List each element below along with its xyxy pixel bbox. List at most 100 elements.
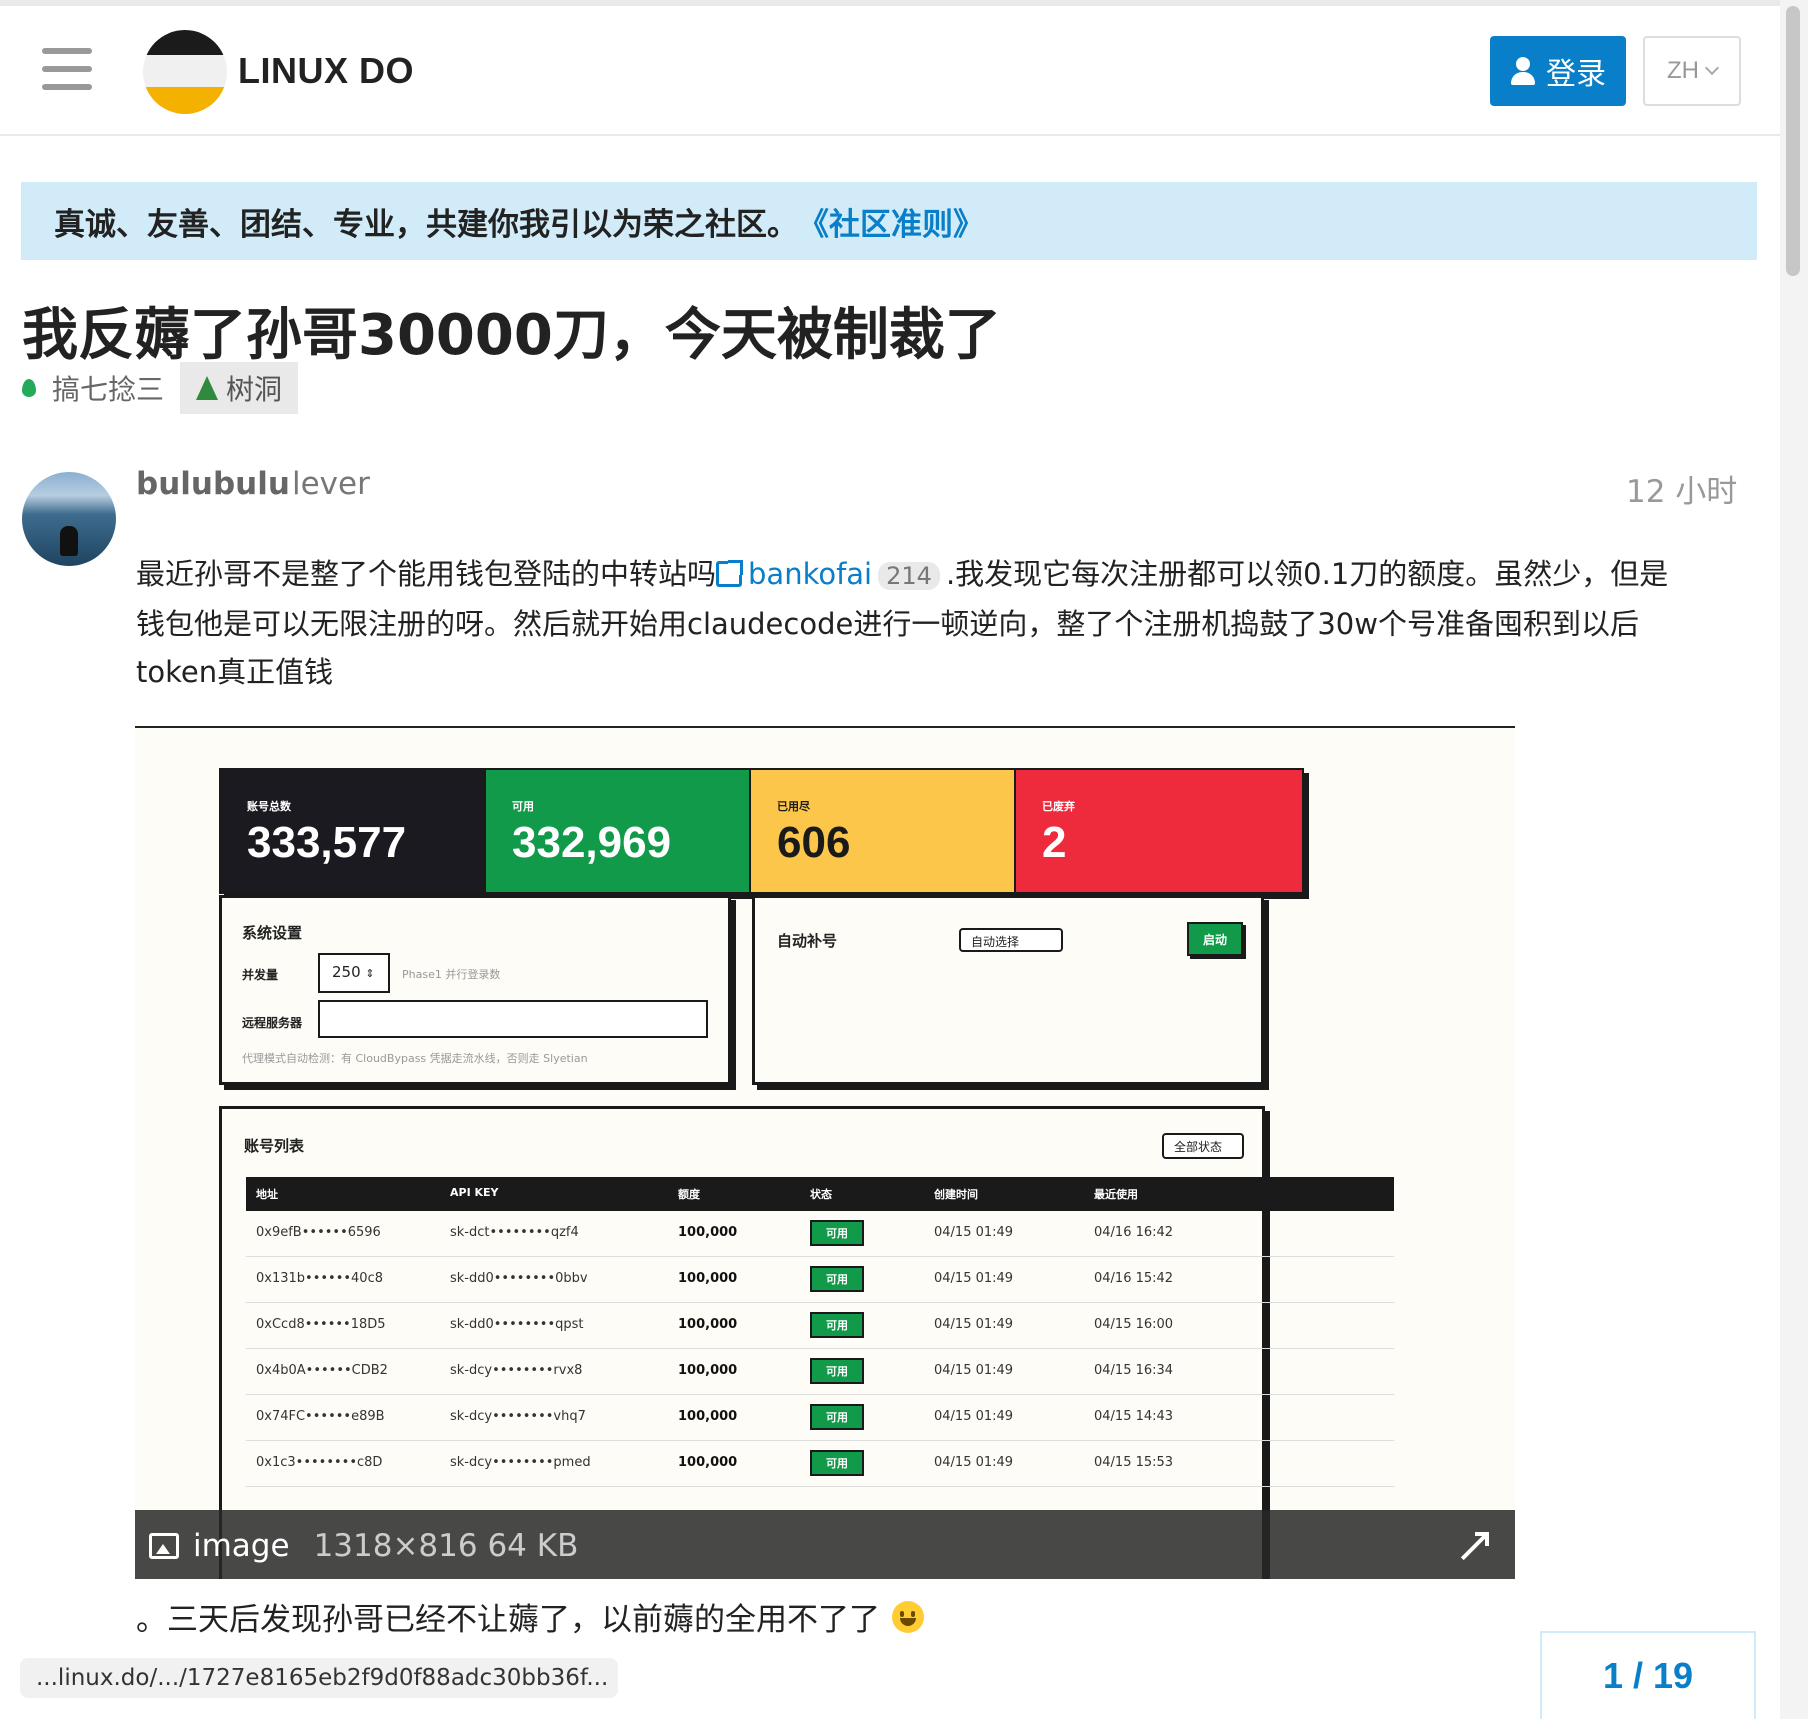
proxy-hint: 代理模式自动检测：有 CloudBypass 凭据走流水线，否则走 Slyeti… xyxy=(242,1052,588,1065)
person-icon xyxy=(1510,57,1536,85)
stat-value: 2 xyxy=(1042,818,1067,867)
table-cell-quota: 100,000 xyxy=(678,1409,738,1424)
stat-label: 账号总数 xyxy=(247,800,291,813)
table-cell-address: 0x4b0A••••••CDB2 xyxy=(256,1363,388,1378)
table-row[interactable]: 0x9efB••••••6596 sk-dct••••••••qzf4 100,00… xyxy=(246,1211,1394,1257)
stat-card: 已用尽 606 xyxy=(749,768,1039,894)
site-header: LINUX DO 登录 ZH xyxy=(0,6,1780,136)
guidelines-link[interactable]: 《社区准则》 xyxy=(798,199,984,244)
status-filter[interactable]: 全部状态 xyxy=(1162,1133,1244,1159)
table-cell-created: 04/15 01:49 xyxy=(934,1409,1014,1424)
table-row[interactable]: 0x1c3••••••••c8D sk-dcy••••••••pmed 100,00… xyxy=(246,1441,1394,1487)
table-row[interactable]: 0x4b0A••••••CDB2 sk-dcy••••••••rvx8 100,00… xyxy=(246,1349,1394,1395)
status-badge: 可用 xyxy=(810,1220,864,1246)
language-label: ZH xyxy=(1667,57,1699,84)
accounts-title: 账号列表 xyxy=(244,1137,305,1155)
table-cell-key: sk-dcy••••••••rvx8 xyxy=(450,1363,583,1378)
language-switcher[interactable]: ZH xyxy=(1643,36,1741,106)
stat-label: 已废弃 xyxy=(1042,800,1075,813)
chevron-down-icon xyxy=(1704,60,1720,76)
column-header: 创建时间 xyxy=(934,1188,978,1201)
link-preview-url: ...linux.do/.../1727e8165eb2f9d0f88adc30… xyxy=(20,1658,618,1698)
banner-text: 真诚、友善、团结、专业，共建你我引以为荣之社区。 xyxy=(54,206,798,243)
table-row[interactable]: 0xCcd8••••••18D5 sk-dd0••••••••qpst 100,00… xyxy=(246,1303,1394,1349)
concurrency-label: 并发量 xyxy=(242,968,279,982)
hamburger-menu-icon[interactable] xyxy=(42,48,92,90)
stepper-icon: ⇕ xyxy=(365,967,375,980)
stat-label: 可用 xyxy=(512,800,534,813)
table-cell-key: sk-dct••••••••qzf4 xyxy=(450,1225,579,1240)
remote-server-input[interactable] xyxy=(318,1000,708,1038)
login-button[interactable]: 登录 xyxy=(1490,36,1626,106)
image-filename: image xyxy=(193,1527,290,1564)
post-user-title: lever xyxy=(292,466,370,502)
concurrency-value: 250 xyxy=(332,963,361,981)
status-badge: 可用 xyxy=(810,1358,864,1384)
table-row[interactable]: 0x131b••••••40c8 sk-dd0••••••••0bbv 100,00… xyxy=(246,1257,1394,1303)
embedded-image[interactable]: 账号总数 333,577 可用 332,969 已用尽 606 已废弃 2 系统设置 并发量 … xyxy=(135,726,1515,1579)
tree-icon xyxy=(196,376,219,400)
table-cell-used: 04/15 15:53 xyxy=(1094,1455,1174,1470)
table-cell-created: 04/15 01:49 xyxy=(934,1363,1014,1378)
site-logo[interactable] xyxy=(143,30,227,114)
column-header: API KEY xyxy=(450,1186,499,1199)
image-icon xyxy=(149,1532,179,1559)
link-click-count: 214 xyxy=(878,562,940,590)
table-cell-key: sk-dcy••••••••pmed xyxy=(450,1455,591,1470)
image-info-bar: image 1318×816 64 KB xyxy=(135,1510,1515,1579)
post-text-3: 。三天后发现孙哥已经不让薅了，以前薅的全用不了了 xyxy=(136,1594,924,1639)
smile-emoji-icon xyxy=(892,1600,924,1633)
stat-value: 606 xyxy=(777,818,851,867)
table-cell-key: sk-dd0••••••••qpst xyxy=(450,1317,584,1332)
status-filter-value: 全部状态 xyxy=(1174,1140,1223,1154)
topic-progress[interactable]: 1 / 19 xyxy=(1540,1631,1756,1719)
table-row[interactable]: 0x74FC••••••e89B sk-dcy••••••••vhq7 100,00… xyxy=(246,1395,1394,1441)
column-header: 额度 xyxy=(678,1188,700,1201)
post-date[interactable]: 12 小时 xyxy=(1626,466,1737,511)
table-cell-quota: 100,000 xyxy=(678,1271,738,1286)
avatar[interactable] xyxy=(22,472,116,566)
post-text-3-content: 。三天后发现孙哥已经不让薅了，以前薅的全用不了了 xyxy=(136,1602,880,1638)
tag-label: 树洞 xyxy=(226,373,283,406)
expand-icon[interactable] xyxy=(1461,1532,1489,1560)
concurrency-hint: Phase1 并行登录数 xyxy=(402,968,501,981)
status-badge: 可用 xyxy=(810,1266,864,1292)
topic-tag[interactable]: 树洞 xyxy=(180,362,299,414)
concurrency-input[interactable]: 250 ⇕ xyxy=(318,953,390,993)
table-cell-address: 0x131b••••••40c8 xyxy=(256,1271,383,1286)
post-text-1: 最近孙哥不是整了个能用钱包登陆的中转站吗 xyxy=(136,557,717,591)
post-username[interactable]: bulubulu xyxy=(136,466,290,502)
table-cell-address: 0x74FC••••••e89B xyxy=(256,1409,385,1424)
topic-category-row: 搞七捻三 树洞 xyxy=(22,362,299,414)
column-header: 地址 xyxy=(256,1188,278,1201)
column-header: 状态 xyxy=(810,1188,832,1201)
external-link-icon xyxy=(716,560,744,587)
stat-label: 已用尽 xyxy=(777,800,810,813)
table-cell-quota: 100,000 xyxy=(678,1317,738,1332)
category-link[interactable]: 搞七捻三 xyxy=(52,368,164,408)
accounts-table-header: 地址 API KEY 额度 状态 创建时间 最近使用 xyxy=(246,1177,1394,1211)
link-text: bankofai xyxy=(748,557,873,591)
stat-card: 可用 332,969 xyxy=(484,768,774,894)
stat-value: 333,577 xyxy=(247,818,407,867)
settings-panel: 系统设置 并发量 250 ⇕ Phase1 并行登录数 远程服务器 代理模式自动… xyxy=(219,895,731,1085)
table-cell-address: 0xCcd8••••••18D5 xyxy=(256,1317,386,1332)
stat-card: 已废弃 2 xyxy=(1014,768,1304,894)
topic-title: 我反薅了孙哥30000刀，今天被制裁了 xyxy=(22,303,1001,368)
auto-replenish-panel: 自动补号 自动选择 启动 xyxy=(752,895,1264,1085)
table-cell-quota: 100,000 xyxy=(678,1455,738,1470)
table-cell-address: 0x1c3••••••••c8D xyxy=(256,1455,383,1470)
site-name[interactable]: LINUX DO xyxy=(238,50,414,92)
login-label: 登录 xyxy=(1546,57,1606,92)
accounts-panel: 账号列表 全部状态 地址 API KEY 额度 状态 创建时间 最近使用 0x9efB••… xyxy=(219,1106,1394,1579)
auto-select[interactable]: 自动选择 xyxy=(959,928,1063,952)
scrollbar-thumb[interactable] xyxy=(1786,6,1800,276)
community-banner: 真诚、友善、团结、专业，共建你我引以为荣之社区。 《社区准则》 xyxy=(21,182,1757,260)
table-cell-created: 04/15 01:49 xyxy=(934,1271,1014,1286)
category-badge-icon xyxy=(22,379,36,397)
bankofai-link[interactable]: bankofai xyxy=(716,557,872,591)
table-cell-address: 0x9efB••••••6596 xyxy=(256,1225,381,1240)
table-cell-quota: 100,000 xyxy=(678,1363,738,1378)
table-cell-used: 04/15 14:43 xyxy=(1094,1409,1174,1424)
start-button[interactable]: 启动 xyxy=(1187,922,1243,956)
